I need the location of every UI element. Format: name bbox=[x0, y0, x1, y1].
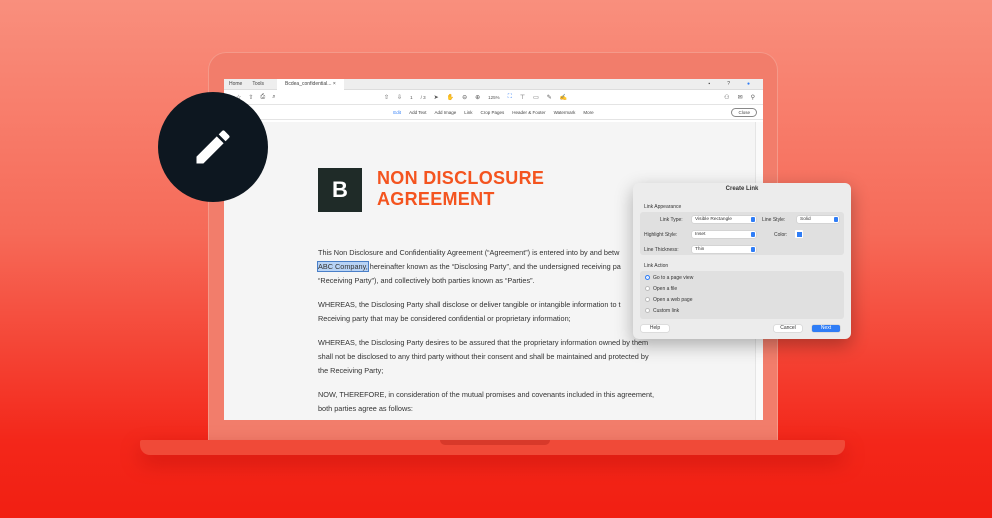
line-style-select[interactable]: Solid bbox=[797, 216, 839, 223]
tab-document-label: Bcdea_confidential... bbox=[285, 81, 332, 87]
radio-label: Go to a page view bbox=[653, 274, 694, 281]
edit-button[interactable]: Edit bbox=[393, 110, 401, 115]
line-style-value: Solid bbox=[800, 217, 811, 222]
fit-icon[interactable]: ⛶ bbox=[508, 94, 512, 101]
comment-tool-icon[interactable]: ▭ bbox=[533, 94, 539, 101]
paragraph: WHEREAS, the Disclosing Party desires to… bbox=[318, 336, 654, 378]
upload-icon[interactable]: ⇧ bbox=[248, 94, 253, 101]
zoom-out-icon[interactable]: ⊖ bbox=[462, 94, 467, 101]
pen-icon[interactable]: ✎ bbox=[547, 94, 552, 101]
highlight-style-select[interactable]: Inset bbox=[692, 231, 756, 238]
link-type-value: Visible Rectangle bbox=[695, 217, 732, 222]
tab-document[interactable]: Bcdea_confidential... × bbox=[277, 79, 344, 90]
text-line: both parties agree as follows: bbox=[318, 404, 413, 413]
text-line: “Receiving Party”), and collectively bot… bbox=[318, 276, 535, 285]
search-icon[interactable]: ⌕ bbox=[272, 94, 275, 101]
text-line: WHEREAS, the Disclosing Party shall disc… bbox=[318, 300, 621, 309]
radio-label: Custom link bbox=[653, 307, 680, 314]
print-icon[interactable]: ⎙ bbox=[260, 94, 265, 101]
document-title: NON DISCLOSURE AGREEMENT bbox=[377, 168, 544, 210]
edit-badge bbox=[158, 92, 268, 202]
highlight-style-value: Inset bbox=[695, 232, 706, 237]
mail-icon[interactable]: ✉ bbox=[738, 94, 743, 101]
dialog-title: Create Link bbox=[725, 186, 759, 192]
company-logo: B bbox=[318, 168, 362, 212]
create-link-dialog: Create Link Link Appearance Link Type: V… bbox=[633, 183, 851, 339]
comment-icon[interactable]: ▪ bbox=[703, 81, 715, 87]
hand-icon[interactable]: ✋ bbox=[447, 94, 454, 101]
link-type-select[interactable]: Visible Rectangle bbox=[692, 216, 756, 223]
tab-close-icon[interactable]: × bbox=[333, 81, 336, 87]
link-type-label: Link Type: bbox=[660, 217, 683, 223]
link-button[interactable]: Link bbox=[464, 110, 472, 115]
page-total: / 3 bbox=[420, 94, 426, 100]
sign-icon[interactable]: ✍ bbox=[560, 94, 567, 101]
line-style-label: Line Style: bbox=[762, 217, 786, 223]
prev-page-icon[interactable]: ⇧ bbox=[384, 94, 389, 101]
watermark-button[interactable]: Watermark bbox=[554, 110, 576, 115]
select-icon[interactable]: ➤ bbox=[434, 94, 439, 101]
header-footer-button[interactable]: Header & Footer bbox=[512, 110, 545, 115]
page-number-input[interactable]: 1 bbox=[410, 95, 413, 100]
text-line: NOW, THEREFORE, in consideration of the … bbox=[318, 390, 655, 399]
main-toolbar: ☆ ⇧ ⎙ ⌕ ⇧ ⇩ 1 / 3 ➤ ✋ ⊖ ⊕ 125% ⛶ ⊤ ▭ ✎ ✍… bbox=[224, 90, 763, 105]
crop-pages-button[interactable]: Crop Pages bbox=[481, 110, 505, 115]
paragraph: WHEREAS, the Disclosing Party shall disc… bbox=[318, 298, 654, 326]
text-line: Receiving party that may be considered c… bbox=[318, 314, 571, 323]
zoom-in-icon[interactable]: ⊕ bbox=[475, 94, 480, 101]
add-image-button[interactable]: Add Image bbox=[435, 110, 457, 115]
link-action-section: Go to a page view Open a file Open a web… bbox=[640, 271, 844, 319]
selected-text[interactable]: ABC Company, bbox=[317, 261, 369, 272]
radio-web-page[interactable]: Open a web page bbox=[645, 294, 839, 305]
pencil-icon bbox=[196, 130, 230, 164]
next-page-icon[interactable]: ⇩ bbox=[397, 94, 402, 101]
radio-custom-link[interactable]: Custom link bbox=[645, 305, 839, 316]
notification-icon[interactable]: ● bbox=[742, 81, 755, 87]
help-icon[interactable]: ? bbox=[722, 81, 735, 87]
color-swatch[interactable] bbox=[795, 230, 803, 238]
share-icon[interactable]: ⚇ bbox=[724, 94, 729, 101]
tab-home[interactable]: Home bbox=[224, 81, 247, 87]
title-line-1: NON DISCLOSURE bbox=[377, 168, 545, 188]
text-line: hereinafter known as the “Disclosing Par… bbox=[369, 262, 621, 271]
line-thickness-label: Line Thickness: bbox=[644, 247, 679, 253]
color-label: Color: bbox=[774, 232, 788, 238]
add-text-button[interactable]: Add Text bbox=[409, 110, 426, 115]
paragraph: NOW, THEREFORE, in consideration of the … bbox=[318, 388, 654, 416]
close-button[interactable]: Close bbox=[731, 107, 757, 117]
paragraph: This Non Disclosure and Confidentiality … bbox=[317, 246, 654, 288]
zoom-select[interactable]: 125% bbox=[488, 95, 500, 100]
radio-open-file[interactable]: Open a file bbox=[645, 283, 839, 294]
laptop-notch bbox=[440, 440, 550, 445]
user-icon[interactable]: ⚲ bbox=[751, 94, 755, 101]
text-line: WHEREAS, the Disclosing Party desires to… bbox=[318, 338, 649, 347]
document-body: This Non Disclosure and Confidentiality … bbox=[317, 246, 654, 416]
radio-label: Open a file bbox=[653, 285, 678, 292]
appearance-heading: Link Appearance bbox=[644, 204, 682, 210]
line-thickness-select[interactable]: Thin bbox=[692, 246, 756, 253]
radio-label: Open a web page bbox=[653, 296, 693, 303]
tab-tools[interactable]: Tools bbox=[247, 81, 269, 87]
next-button[interactable]: Next bbox=[812, 325, 840, 332]
link-action-heading: Link Action bbox=[644, 263, 669, 269]
line-thickness-value: Thin bbox=[695, 247, 705, 252]
cancel-button[interactable]: Cancel bbox=[774, 325, 802, 332]
more-button[interactable]: More bbox=[583, 110, 593, 115]
help-button[interactable]: Help bbox=[641, 325, 669, 332]
text-line: shall not be disclosed to any third part… bbox=[318, 352, 649, 361]
stamp-icon[interactable]: ⊤ bbox=[520, 94, 525, 101]
text-line: This Non Disclosure and Confidentiality … bbox=[318, 248, 620, 257]
tab-bar: Home Tools Bcdea_confidential... × ▪? ● bbox=[224, 79, 763, 90]
text-line: the Receiving Party; bbox=[318, 366, 384, 375]
edit-toolbar: Edit Add Text Add Image Link Crop Pages … bbox=[224, 105, 763, 120]
radio-page-view[interactable]: Go to a page view bbox=[645, 272, 839, 283]
title-line-2: AGREEMENT bbox=[377, 189, 495, 209]
highlight-style-label: Highlight Style: bbox=[644, 232, 678, 238]
